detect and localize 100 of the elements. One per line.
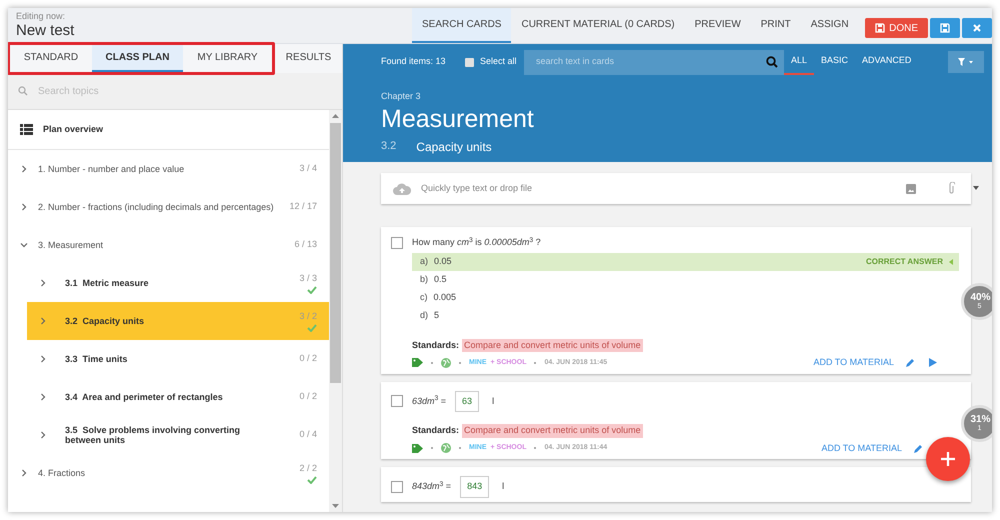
- save-icon: [875, 23, 886, 33]
- side-tab[interactable]: CLASS PLAN: [92, 45, 183, 72]
- scrollbar-thumb[interactable]: [330, 123, 341, 383]
- plan-overview-item[interactable]: Plan overview: [8, 110, 329, 150]
- topic-item[interactable]: 3. Measurement 6 / 13: [8, 226, 329, 264]
- answer-box[interactable]: 843: [460, 476, 490, 498]
- standards-label: Standards:: [412, 424, 460, 437]
- card-checkbox[interactable]: [391, 236, 403, 249]
- chevron-icon[interactable]: [39, 279, 47, 287]
- option-text: 0.005: [434, 290, 456, 304]
- caret-icon[interactable]: [973, 186, 979, 190]
- progress-count: 12 / 17: [289, 200, 317, 214]
- card-search-bar[interactable]: search text in cards: [524, 50, 784, 74]
- nav-tab[interactable]: CURRENT MATERIAL (0 CARDS): [511, 8, 685, 43]
- unit-label: l: [492, 394, 494, 408]
- chevron-icon[interactable]: [20, 241, 28, 249]
- chevron-icon[interactable]: [20, 469, 28, 477]
- card-search-field[interactable]: search text in cards: [536, 55, 766, 69]
- topic-item[interactable]: 3.5 Solve problems involving converting between units 0 / 4: [27, 416, 329, 454]
- search-icon: [18, 86, 28, 96]
- chevron-icon[interactable]: [39, 317, 47, 325]
- nav-tab[interactable]: PRINT: [750, 8, 801, 43]
- topic-item[interactable]: 1. Number - number and place value 3 / 4: [8, 150, 329, 188]
- tag-icon[interactable]: [412, 358, 423, 368]
- card-checkbox[interactable]: [391, 395, 403, 408]
- card-checkbox[interactable]: [391, 480, 403, 493]
- side-tab[interactable]: RESULTS: [275, 44, 342, 73]
- nav-tab[interactable]: ASSIGN: [800, 8, 859, 43]
- topic-item[interactable]: 3.2 Capacity units 3 / 2: [27, 302, 329, 340]
- question-text: How many cm$^{3}$ is 0.00005dm$^{3}$ ?: [412, 236, 541, 249]
- scroll-down-icon[interactable]: [332, 504, 339, 508]
- filter-button[interactable]: [948, 51, 984, 73]
- editing-caption: Editing now:: [16, 11, 66, 22]
- chapter-title: Measurement: [381, 104, 535, 134]
- nav-tab[interactable]: SEARCH CARDS: [412, 8, 512, 43]
- tag-icon[interactable]: [412, 444, 423, 453]
- option-letter: c): [420, 290, 428, 304]
- close-icon: [973, 24, 981, 32]
- answer-box[interactable]: 63: [455, 390, 480, 412]
- pencil-icon[interactable]: [906, 358, 915, 368]
- topic-label: 3.5 Solve problems involving converting between units: [64, 425, 242, 445]
- side-tab[interactable]: MY LIBRARY: [183, 45, 272, 72]
- option-text: 0.05: [434, 254, 452, 268]
- filter-tab[interactable]: ALL: [784, 50, 814, 74]
- topic-item[interactable]: 3.1 Metric measure 3 / 3: [27, 264, 329, 302]
- filter-tab[interactable]: ADVANCED: [855, 50, 918, 74]
- paperclip-icon[interactable]: [948, 182, 955, 195]
- cloud-upload-icon[interactable]: [393, 182, 411, 194]
- save-icon: [940, 23, 950, 33]
- topic-item[interactable]: 3.4 Area and perimeter of rectangles 0 / 2: [27, 378, 329, 416]
- option-text: 5: [434, 308, 440, 322]
- list-icon: [20, 124, 33, 135]
- option-text: 0.5: [434, 272, 447, 286]
- topic-item[interactable]: 2. Number - fractions (including decimals and percentages) 12 / 17: [8, 188, 329, 226]
- chapter-caption: Chapter 3: [381, 90, 422, 103]
- pencil-icon[interactable]: [914, 444, 923, 453]
- section-number: 3.2: [381, 139, 396, 154]
- found-count: Found items: 13: [381, 55, 447, 68]
- progress-count: 0 / 4: [299, 428, 317, 442]
- play-icon[interactable]: [929, 358, 937, 368]
- quick-input-field[interactable]: Quickly type text or drop file: [421, 182, 896, 196]
- topic-label: 3.2 Capacity units: [64, 316, 146, 326]
- option-letter: b): [420, 272, 428, 286]
- progress-count: 6 / 13: [294, 238, 317, 252]
- question-text: 63dm$^{3}$ =: [412, 394, 446, 408]
- topic-item[interactable]: 3.3 Time units 0 / 2: [27, 340, 329, 378]
- filter-tab[interactable]: BASIC: [814, 50, 856, 74]
- document-title: New test: [16, 22, 76, 40]
- section-title: Capacity units: [416, 138, 492, 156]
- nav-tab[interactable]: PREVIEW: [684, 8, 751, 43]
- chevron-icon[interactable]: [39, 355, 47, 363]
- plus-icon: [941, 452, 955, 466]
- image-icon[interactable]: [906, 184, 916, 194]
- search-icon[interactable]: [766, 56, 778, 68]
- chevron-icon[interactable]: [20, 165, 28, 173]
- progress-count: 3 / 2: [299, 310, 317, 324]
- filter-icon: [958, 58, 974, 66]
- topic-label: 2. Number - fractions (including decimals and percentages): [38, 202, 275, 212]
- select-all-checkbox[interactable]: Select all: [465, 55, 524, 69]
- chevron-icon[interactable]: [20, 203, 28, 211]
- option-letter: a): [420, 254, 428, 268]
- topic-item[interactable]: 4. Fractions 2 / 2: [8, 454, 329, 492]
- progress-count: 0 / 2: [299, 390, 317, 404]
- globe-icon[interactable]: [441, 358, 451, 368]
- done-button[interactable]: DONE: [865, 18, 928, 38]
- close-button[interactable]: [962, 18, 992, 38]
- side-tab[interactable]: STANDARD: [10, 45, 92, 72]
- topic-label: 3.4 Area and perimeter of rectangles: [64, 392, 224, 402]
- globe-icon[interactable]: [441, 443, 451, 454]
- unit-label: l: [502, 480, 504, 493]
- progress-count: 2 / 2: [299, 462, 317, 476]
- chevron-icon[interactable]: [39, 393, 47, 401]
- progress-count: 0 / 2: [299, 352, 317, 366]
- question-text: 843dm$^{3}$ =: [412, 480, 452, 493]
- save-button[interactable]: [930, 18, 960, 38]
- option-letter: d): [420, 308, 428, 322]
- scroll-up-icon[interactable]: [332, 114, 339, 118]
- chevron-icon[interactable]: [39, 431, 47, 439]
- topic-label: 3.3 Time units: [64, 354, 128, 364]
- correct-answer-label: CORRECT ANSWER: [866, 256, 943, 268]
